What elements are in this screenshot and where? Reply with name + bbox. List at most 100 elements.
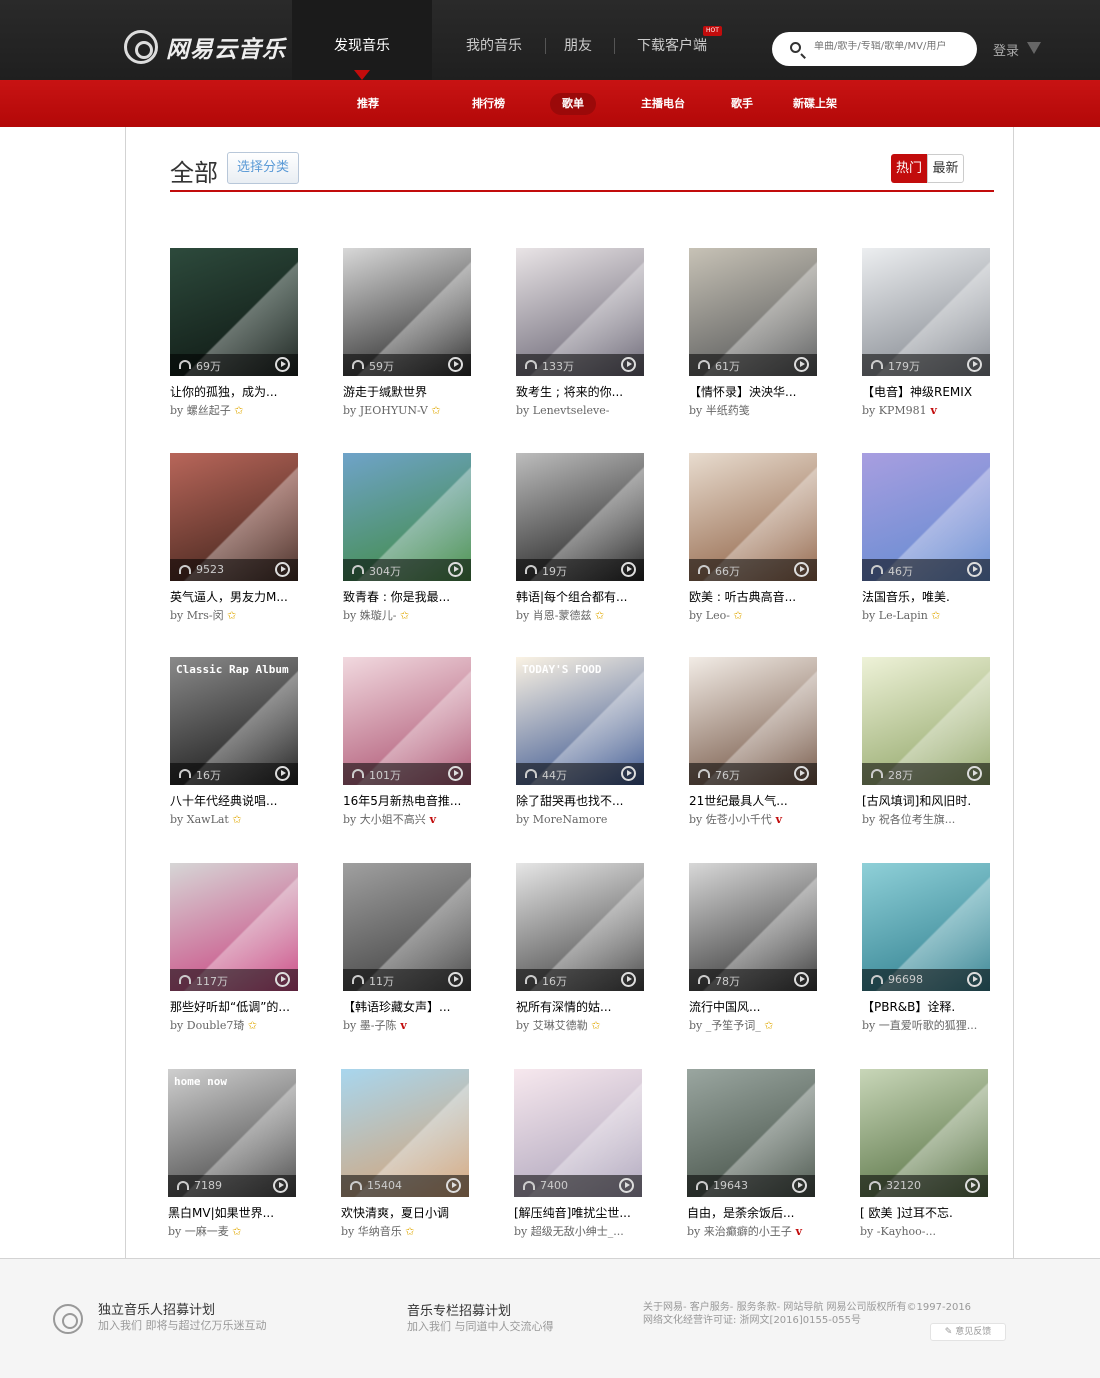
- play-icon[interactable]: [794, 766, 809, 781]
- playlist-card[interactable]: 66万 欧美 : 听古典高音... by Leo- ✩: [689, 453, 817, 623]
- playlist-cover[interactable]: TODAY'S FOOD44万: [516, 657, 644, 785]
- login-link[interactable]: 登录: [993, 40, 1019, 59]
- playlist-title[interactable]: 致考生 ; 将来的你...: [516, 384, 644, 400]
- playlist-card[interactable]: 46万 法国音乐，唯美. by Le-Lapin ✩: [862, 453, 990, 623]
- play-icon[interactable]: [448, 972, 463, 987]
- playlist-title[interactable]: 除了甜哭再也找不...: [516, 793, 644, 809]
- playlist-cover[interactable]: 304万: [343, 453, 471, 581]
- author-name[interactable]: XawLat: [187, 813, 229, 826]
- login-dropdown-icon[interactable]: [1027, 42, 1041, 54]
- play-icon[interactable]: [446, 1178, 461, 1193]
- playlist-card[interactable]: 19643 自由，是荼余饭后... by 来治癫癖的小王子 v: [687, 1069, 815, 1239]
- author-name[interactable]: Leo-: [706, 609, 730, 622]
- author-name[interactable]: JEOHYUN-V: [360, 404, 428, 417]
- play-icon[interactable]: [967, 766, 982, 781]
- author-name[interactable]: 螺丝起子: [187, 404, 231, 417]
- author-name[interactable]: 华纳音乐: [358, 1225, 402, 1238]
- playlist-card[interactable]: 16万 祝所有深情的姑... by 艾琳艾德勒 ✩: [516, 863, 644, 1033]
- subnav-artists[interactable]: 歌手: [719, 93, 765, 115]
- playlist-card[interactable]: 133万 致考生 ; 将来的你... by Lenevtseleve-: [516, 248, 644, 418]
- author-name[interactable]: MoreNamore: [533, 813, 608, 826]
- play-icon[interactable]: [967, 972, 982, 987]
- playlist-cover[interactable]: 7400: [514, 1069, 642, 1197]
- playlist-title[interactable]: 自由，是荼余饭后...: [687, 1205, 815, 1221]
- playlist-cover[interactable]: 32120: [860, 1069, 988, 1197]
- author-name[interactable]: 半纸药笺: [706, 404, 750, 417]
- author-name[interactable]: Double7琦: [187, 1019, 245, 1032]
- sort-new-button[interactable]: 最新: [927, 154, 964, 183]
- playlist-title[interactable]: [古风填词]和风旧时.: [862, 793, 990, 809]
- playlist-title[interactable]: [ 欧美 ]过耳不忘.: [860, 1205, 988, 1221]
- playlist-title[interactable]: 【PBR&B】诠释.: [862, 999, 990, 1015]
- playlist-cover[interactable]: 76万: [689, 657, 817, 785]
- playlist-cover[interactable]: 28万: [862, 657, 990, 785]
- logo[interactable]: 网易云音乐: [124, 30, 286, 64]
- author-name[interactable]: 姝璇儿-: [360, 609, 397, 622]
- playlist-cover[interactable]: 11万: [343, 863, 471, 991]
- playlist-cover[interactable]: 15404: [341, 1069, 469, 1197]
- play-icon[interactable]: [275, 357, 290, 372]
- author-name[interactable]: -Kayhoo-...: [877, 1225, 936, 1238]
- playlist-card[interactable]: 9523 英气逼人，男友力M... by Mrs-闵 ✩: [170, 453, 298, 623]
- sort-hot-button[interactable]: 热门: [891, 154, 927, 183]
- play-icon[interactable]: [621, 357, 636, 372]
- feedback-button[interactable]: ✎ 意见反馈: [930, 1323, 1006, 1341]
- author-name[interactable]: 大小姐不高兴: [360, 813, 426, 826]
- playlist-cover[interactable]: 9523: [170, 453, 298, 581]
- playlist-title[interactable]: 致青春 : 你是我最...: [343, 589, 471, 605]
- playlist-cover[interactable]: 69万: [170, 248, 298, 376]
- playlist-card[interactable]: 179万 【电音】神级REMIX by KPM981 v: [862, 248, 990, 418]
- play-icon[interactable]: [448, 357, 463, 372]
- playlist-cover[interactable]: 19万: [516, 453, 644, 581]
- play-icon[interactable]: [794, 357, 809, 372]
- playlist-card[interactable]: 61万 【情怀录】泱泱华... by 半纸药笺: [689, 248, 817, 418]
- nav-download-client[interactable]: 下载客户端: [628, 0, 716, 80]
- playlist-cover[interactable]: 66万: [689, 453, 817, 581]
- playlist-title[interactable]: 【韩语珍藏女声】...: [343, 999, 471, 1015]
- playlist-card[interactable]: 28万 [古风填词]和风旧时. by 祝各位考生旗...: [862, 657, 990, 827]
- author-name[interactable]: 超级无敌小绅士_...: [531, 1225, 624, 1238]
- playlist-cover[interactable]: 61万: [689, 248, 817, 376]
- subnav-dj-radio[interactable]: 主播电台: [629, 93, 697, 115]
- playlist-title[interactable]: 欧美 : 听古典高音...: [689, 589, 817, 605]
- play-icon[interactable]: [275, 562, 290, 577]
- author-name[interactable]: 艾琳艾德勒: [533, 1019, 588, 1032]
- play-icon[interactable]: [275, 972, 290, 987]
- author-name[interactable]: Le-Lapin: [879, 609, 928, 622]
- play-icon[interactable]: [794, 562, 809, 577]
- playlist-cover[interactable]: Classic Rap Album16万: [170, 657, 298, 785]
- playlist-cover[interactable]: 133万: [516, 248, 644, 376]
- play-icon[interactable]: [619, 1178, 634, 1193]
- author-name[interactable]: 肖恩-蒙德兹: [533, 609, 592, 622]
- play-icon[interactable]: [621, 972, 636, 987]
- play-icon[interactable]: [273, 1178, 288, 1193]
- playlist-title[interactable]: 16年5月新热电音推...: [343, 793, 471, 809]
- playlist-title[interactable]: 英气逼人，男友力M...: [170, 589, 298, 605]
- play-icon[interactable]: [621, 766, 636, 781]
- author-name[interactable]: Mrs-闵: [187, 609, 224, 622]
- playlist-card[interactable]: home now7189 黑白MV|如果世界... by 一麻一麦 ✩: [168, 1069, 296, 1239]
- author-name[interactable]: 墨-子陈: [360, 1019, 397, 1032]
- playlist-card[interactable]: 96698 【PBR&B】诠释. by 一直爱听歌的狐狸...: [862, 863, 990, 1033]
- playlist-title[interactable]: 21世纪最具人气...: [689, 793, 817, 809]
- playlist-title[interactable]: 法国音乐，唯美.: [862, 589, 990, 605]
- playlist-cover[interactable]: 117万: [170, 863, 298, 991]
- subnav-playlist[interactable]: 歌单: [550, 93, 596, 115]
- playlist-card[interactable]: Classic Rap Album16万八十年代经典说唱... by XawLat…: [170, 657, 298, 827]
- search-input[interactable]: [814, 41, 969, 52]
- playlist-card[interactable]: 32120 [ 欧美 ]过耳不忘. by -Kayhoo-...: [860, 1069, 988, 1239]
- author-name[interactable]: 佐苍小小千代: [706, 813, 772, 826]
- playlist-cover[interactable]: home now7189: [168, 1069, 296, 1197]
- play-icon[interactable]: [621, 562, 636, 577]
- playlist-title[interactable]: 欢快清爽，夏日小调: [341, 1205, 469, 1221]
- playlist-card[interactable]: 69万 让你的孤独，成为... by 螺丝起子 ✩: [170, 248, 298, 418]
- nav-discover-music[interactable]: 发现音乐: [292, 0, 432, 80]
- playlist-cover[interactable]: 19643: [687, 1069, 815, 1197]
- playlist-card[interactable]: 15404 欢快清爽，夏日小调 by 华纳音乐 ✩: [341, 1069, 469, 1239]
- play-icon[interactable]: [448, 562, 463, 577]
- playlist-cover[interactable]: 179万: [862, 248, 990, 376]
- playlist-title[interactable]: 祝所有深情的姑...: [516, 999, 644, 1015]
- playlist-title[interactable]: 黑白MV|如果世界...: [168, 1205, 296, 1221]
- play-icon[interactable]: [448, 766, 463, 781]
- nav-friends[interactable]: 朋友: [552, 0, 604, 80]
